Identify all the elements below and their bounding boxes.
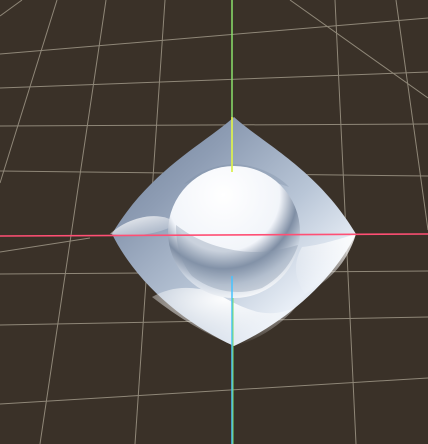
grid-line [39, 0, 107, 444]
grid-line [0, 237, 91, 253]
grid-line [0, 71, 428, 89]
grid-line [0, 0, 58, 184]
x-axis-line [0, 233, 428, 237]
grid-line [0, 17, 428, 55]
scene-canvas[interactable] [0, 0, 428, 444]
grid-line [0, 123, 428, 127]
grid-line [0, 0, 23, 17]
grid-line [395, 0, 428, 231]
grid-line [289, 0, 428, 99]
3d-viewport[interactable] [0, 0, 428, 444]
grid-line [0, 377, 428, 405]
